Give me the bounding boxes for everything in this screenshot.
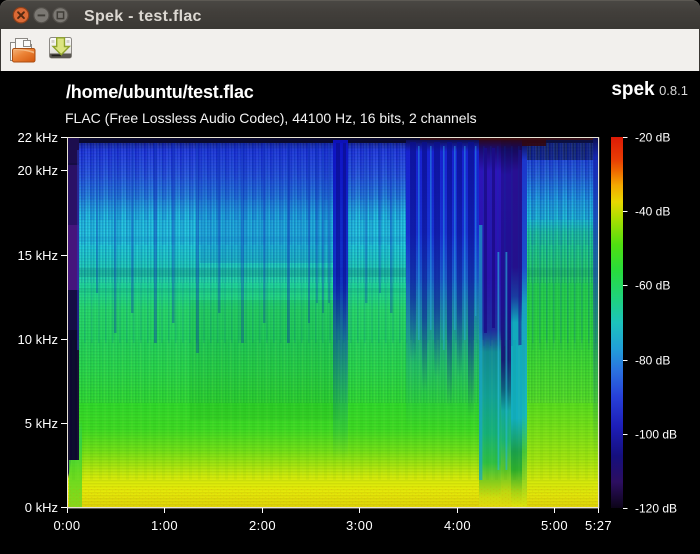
svg-text:20 kHz: 20 kHz [18,163,58,178]
svg-text:4:00: 4:00 [444,518,471,533]
svg-text:0 kHz: 0 kHz [25,500,58,515]
svg-text:5:00: 5:00 [541,518,568,533]
svg-text:10 kHz: 10 kHz [18,332,58,347]
svg-text:-60 dB: -60 dB [635,279,670,293]
svg-text:-80 dB: -80 dB [635,354,670,368]
svg-text:22 kHz: 22 kHz [18,130,58,145]
svg-text:-120 dB: -120 dB [635,502,677,516]
svg-text:0:00: 0:00 [54,518,81,533]
svg-text:5 kHz: 5 kHz [25,416,58,431]
svg-text:15 kHz: 15 kHz [18,248,58,263]
svg-text:3:00: 3:00 [346,518,373,533]
svg-text:-40 dB: -40 dB [635,205,670,219]
svg-text:1:00: 1:00 [151,518,178,533]
svg-text:2:00: 2:00 [249,518,276,533]
svg-text:-20 dB: -20 dB [635,131,670,145]
svg-text:-100 dB: -100 dB [635,428,677,442]
svg-text:5:27: 5:27 [585,518,612,533]
